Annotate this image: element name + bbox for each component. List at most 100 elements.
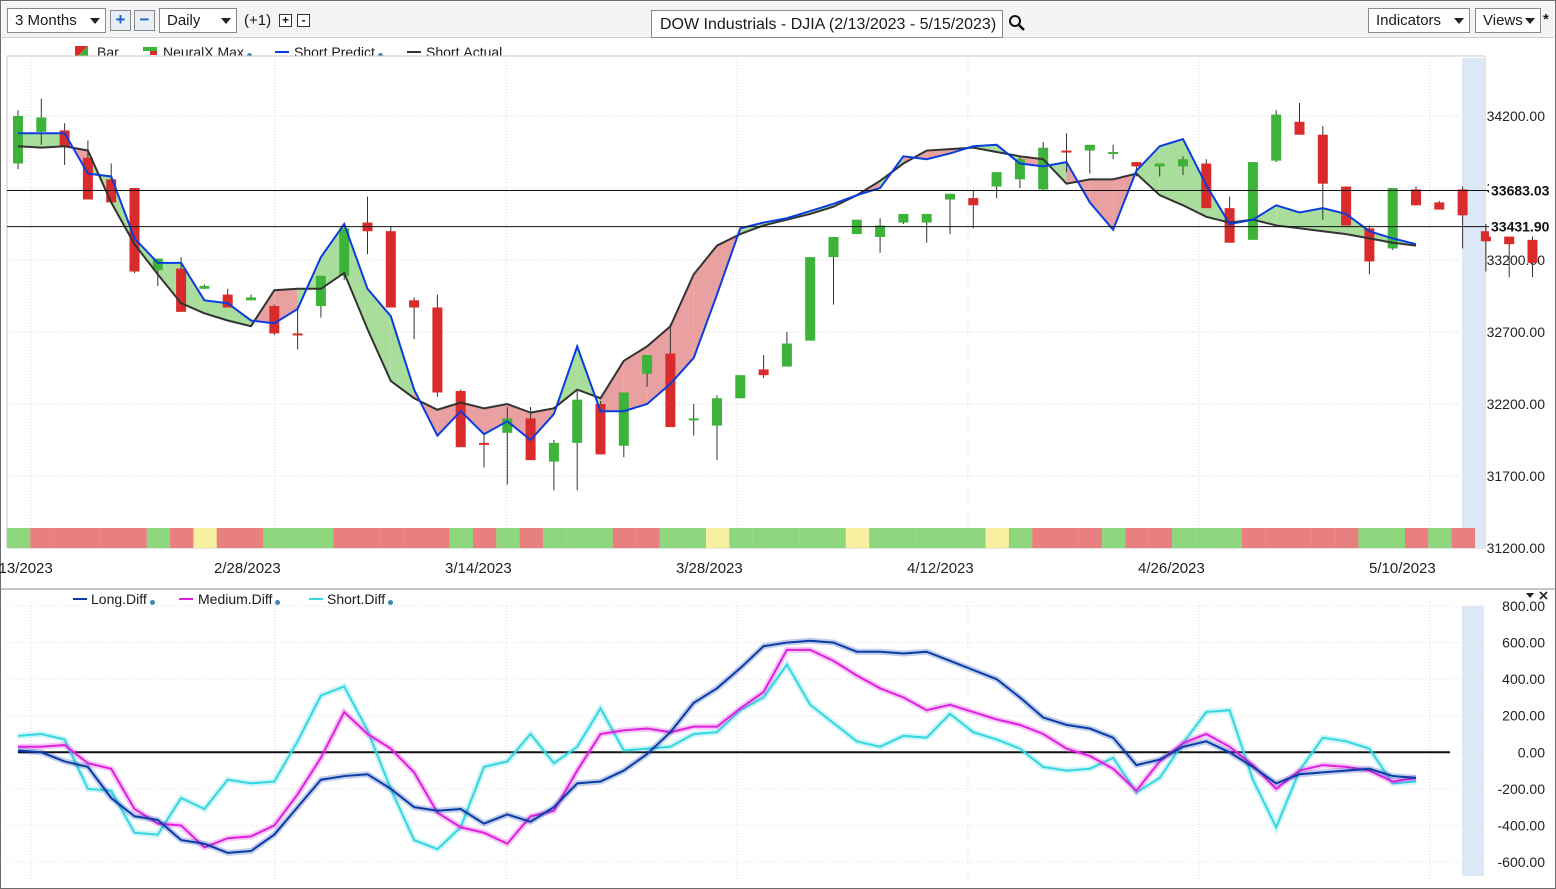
search-icon[interactable] — [1008, 14, 1026, 32]
candle-body — [945, 193, 955, 200]
diff-indicator-chart[interactable]: 800.00 600.00 400.00 200.00 0.00 -200.00 -400.… — [0, 588, 1556, 886]
projection-band — [1462, 606, 1484, 876]
signal-strip-cell — [1195, 528, 1219, 548]
signal-strip-cell — [7, 528, 31, 548]
candle-body — [1178, 159, 1188, 167]
period-value: 3 Months — [15, 12, 77, 29]
chevron-down-icon — [90, 18, 100, 24]
candle-body — [1038, 147, 1049, 190]
signal-strip-cell — [729, 528, 753, 548]
signal-strip-cell — [706, 528, 730, 548]
signal-strip-cell — [799, 528, 823, 548]
price-reference-label: 33683.03 — [1491, 182, 1550, 198]
short-diff-line — [17, 662, 1417, 851]
signal-strip-cell — [1032, 528, 1056, 548]
signal-strip-cell — [379, 528, 404, 548]
chevron-down-icon — [1454, 18, 1464, 24]
candle-body — [642, 355, 653, 374]
candle-body — [968, 198, 979, 206]
zoom-out-button[interactable]: − — [134, 10, 155, 31]
views-select[interactable]: Views — [1475, 8, 1541, 33]
candle-body — [898, 213, 909, 223]
candle-body — [828, 236, 839, 258]
period-select[interactable]: 3 Months — [7, 8, 106, 33]
interval-select[interactable]: Daily — [159, 8, 237, 33]
signal-strip-cell — [589, 528, 613, 548]
signal-strip-cell — [519, 528, 543, 548]
medium-diff-line-glow — [18, 646, 1417, 851]
signal-strip-cell — [1055, 528, 1079, 548]
candle-body — [1434, 202, 1445, 210]
candle-body — [1014, 159, 1025, 180]
signal-strip-cell — [659, 528, 683, 548]
signal-strip-cell — [566, 528, 590, 548]
signal-strip-cell — [123, 528, 147, 548]
long-diff-line — [17, 639, 1417, 854]
x-tick-label: 4/12/2023 — [907, 560, 974, 577]
signal-strip-cell — [915, 528, 940, 548]
signal-strip-cell — [356, 528, 380, 548]
candle-body — [269, 306, 280, 334]
signal-strip-cell — [542, 528, 567, 548]
candle-body — [1108, 152, 1119, 154]
signal-strip-cell — [1311, 528, 1336, 548]
offset-decrease-button[interactable]: - — [297, 14, 310, 27]
x-tick-label: 4/26/2023 — [1138, 560, 1205, 577]
candle-body — [1061, 150, 1072, 153]
candle-body — [13, 116, 23, 164]
candle-body — [1341, 186, 1352, 226]
candle-body — [712, 398, 722, 426]
signal-strip-cell — [1428, 528, 1452, 548]
signal-strip-cell — [612, 528, 637, 548]
minus-icon: − — [139, 10, 150, 29]
candle-body — [1294, 121, 1305, 135]
y-tick-label: 31200.00 — [1487, 540, 1546, 556]
candle-body — [1084, 144, 1095, 151]
signal-strip-cell — [216, 528, 241, 548]
signal-strip-cell — [962, 528, 986, 548]
price-chart[interactable]: 34200.0033700.0033200.0032700.0032200.00… — [0, 38, 1556, 588]
zoom-in-button[interactable]: + — [110, 10, 131, 31]
long-diff-line-glow — [17, 637, 1417, 856]
candle-body — [315, 275, 326, 307]
signal-strip-cell — [775, 528, 800, 548]
candle-body — [292, 333, 303, 336]
candle-body — [618, 392, 629, 446]
signal-strip-cell — [240, 528, 264, 548]
medium-diff-line — [18, 648, 1417, 849]
signal-strip-cell — [333, 528, 357, 548]
candle-body — [1224, 208, 1235, 243]
signal-strip-cell — [1125, 528, 1149, 548]
y-tick-label: 32700.00 — [1487, 324, 1546, 340]
signal-strip-cell — [939, 528, 963, 548]
signal-strip-cell — [682, 528, 707, 548]
x-tick-label: 2/13/2023 — [0, 560, 53, 577]
candle-body — [572, 399, 583, 443]
candle-body — [246, 297, 256, 301]
signal-strip-cell — [1358, 528, 1382, 548]
candle-body — [479, 442, 489, 445]
indicators-select[interactable]: Indicators — [1368, 8, 1470, 33]
candle-body — [409, 300, 420, 308]
symbol-title-field[interactable]: DOW Industrials - DJIA (2/13/2023 - 5/15… — [651, 10, 1003, 38]
signal-strip-cell — [309, 528, 334, 548]
candle-body — [432, 307, 443, 393]
candle-body — [1317, 134, 1328, 184]
signal-strip-cell — [170, 528, 194, 548]
signal-strip-cell — [869, 528, 893, 548]
signal-strip-cell — [1218, 528, 1242, 548]
pin-star-icon[interactable]: * — [1543, 11, 1549, 28]
signal-strip-cell — [1405, 528, 1429, 548]
offset-increase-button[interactable]: + — [279, 14, 292, 27]
candle-body — [781, 343, 792, 367]
candle-body — [1154, 163, 1165, 167]
candle-body — [1271, 114, 1282, 161]
y-tick-label: 400.00 — [1502, 671, 1545, 687]
candle-body — [1411, 189, 1421, 206]
signal-strip-cell — [636, 528, 660, 548]
candle-body — [665, 353, 676, 428]
candle-body — [1247, 162, 1258, 240]
y-tick-label: 200.00 — [1502, 708, 1545, 724]
price-reference-label: 33431.90 — [1491, 219, 1550, 235]
candle-body — [1527, 239, 1538, 263]
